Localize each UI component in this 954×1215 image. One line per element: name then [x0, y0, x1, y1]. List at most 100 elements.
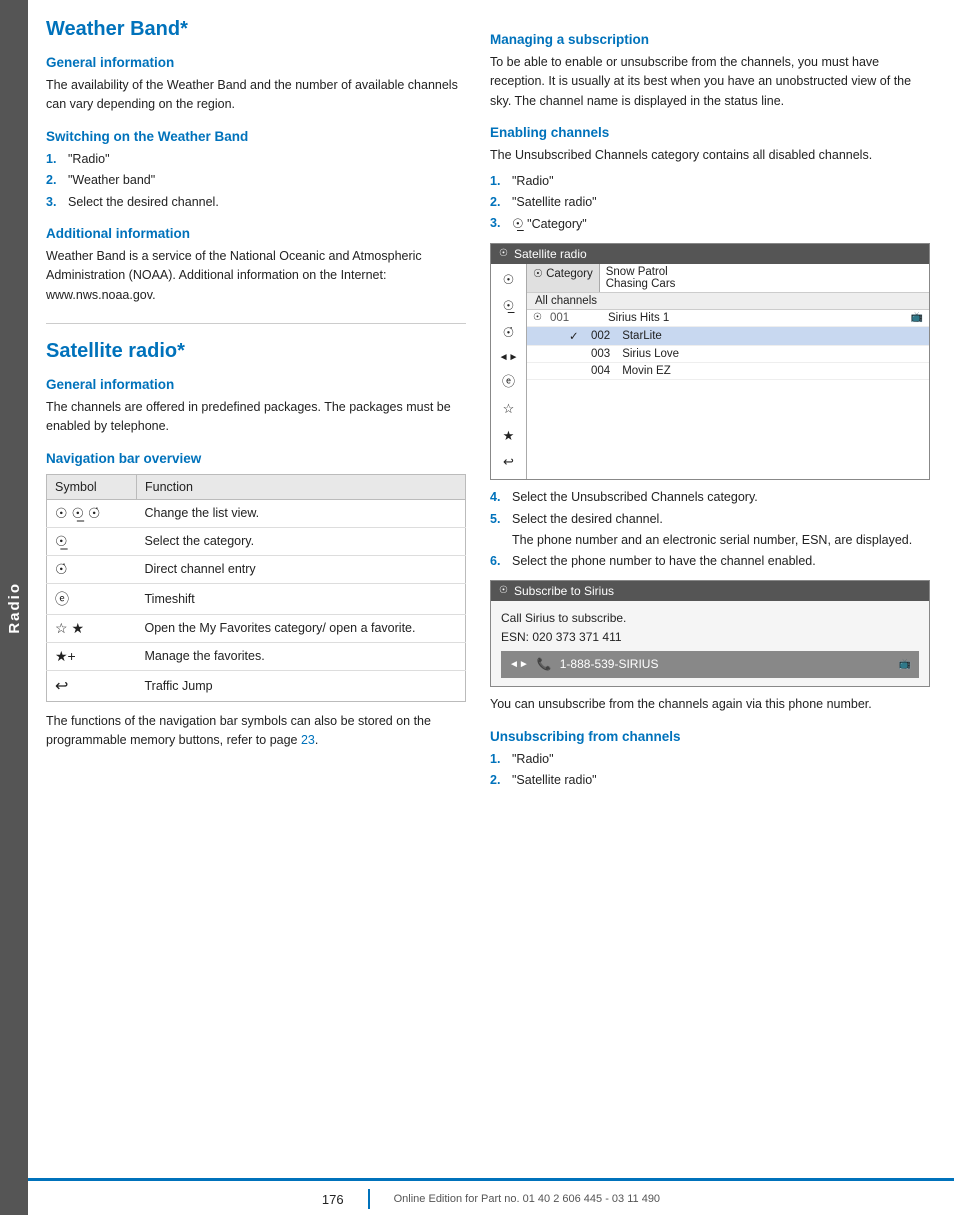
function-cell: Open the My Favorites category/ open a f…	[137, 614, 466, 642]
sidebar-icon-arrows: ◄►	[491, 347, 526, 369]
sidebar-icon-2: ☉̲	[491, 293, 526, 320]
channel-num-4: 004	[591, 365, 610, 377]
category-row: ☉ Category Snow PatrolChasing Cars	[527, 264, 929, 293]
footer-text: Online Edition for Part no. 01 40 2 606 …	[394, 1193, 660, 1205]
enabling-list: 1."Radio" 2."Satellite radio" 3.☉̲ "Cate…	[490, 172, 930, 235]
additional-text: Weather Band is a service of the Nationa…	[46, 247, 466, 305]
unsubscribing-heading: Unsubscribing from channels	[490, 729, 930, 744]
left-column: Weather Band* General information The av…	[46, 18, 466, 1158]
channel-row: ✓ 002 StarLite	[527, 327, 929, 346]
symbol-cell: ☆ ★	[47, 614, 137, 642]
nav-footnote: The functions of the navigation bar symb…	[46, 712, 466, 751]
nav-bar-heading: Navigation bar overview	[46, 451, 466, 466]
function-cell: Timeshift	[137, 583, 466, 614]
table-row: ↩ Traffic Jump	[47, 670, 466, 701]
tv-icon: 📺	[899, 657, 911, 673]
nav-table-col1: Symbol	[47, 474, 137, 499]
function-cell: Traffic Jump	[137, 670, 466, 701]
phone-icon: 📞	[537, 655, 552, 674]
enabling-heading: Enabling channels	[490, 125, 930, 140]
subscribe-line1: Call Sirius to subscribe.	[501, 609, 919, 628]
weather-general-text: The availability of the Weather Band and…	[46, 76, 466, 115]
hd-icon: 📺	[911, 312, 923, 323]
channel-num-3: 003	[591, 348, 610, 360]
managing-heading: Managing a subscription	[490, 32, 930, 47]
list-item: 1."Radio"	[490, 172, 930, 191]
mockup-body: ☉ ☉̲ ☉̇ ◄► ⓔ ☆ ★ ↩	[491, 264, 929, 480]
function-cell: Select the category.	[137, 527, 466, 555]
sidebar-icon-3: ☉̇	[491, 320, 526, 347]
list-item: 1."Radio"	[46, 150, 466, 169]
function-cell: Manage the favorites.	[137, 642, 466, 670]
channel-row: ☉ 001 Sirius Hits 1 📺	[527, 310, 929, 327]
sat-general-heading: General information	[46, 377, 466, 392]
subscribe-header: ☉ Subscribe to Sirius	[491, 581, 929, 601]
list-item: 3.Select the desired channel.	[46, 193, 466, 212]
mockup-main: ☉ Category Snow PatrolChasing Cars All c…	[527, 264, 929, 480]
category-label: ☉ Category	[527, 264, 600, 292]
sidebar-icon-star1: ☆	[491, 396, 526, 423]
subscribe-mockup: ☉ Subscribe to Sirius Call Sirius to sub…	[490, 580, 930, 688]
all-channels-row: All channels	[527, 293, 929, 310]
table-row: ☉̇ Direct channel entry	[47, 555, 466, 583]
symbol-cell: ☉̲	[47, 527, 137, 555]
table-row: ☉̲ Select the category.	[47, 527, 466, 555]
nav-table-col2: Function	[137, 474, 466, 499]
channel-num-2: 002	[591, 330, 610, 342]
satellite-radio-title: Satellite radio*	[46, 340, 466, 363]
header-icon: ☉	[499, 585, 508, 596]
table-row: ⓔ Timeshift	[47, 583, 466, 614]
page-link[interactable]: 23	[301, 733, 315, 747]
right-column: Managing a subscription To be able to en…	[490, 18, 930, 1158]
sat-general-text: The channels are offered in predefined p…	[46, 398, 466, 437]
channel-row: 003 Sirius Love	[527, 346, 929, 363]
channel-name: Sirius Love	[622, 348, 679, 360]
page-wrapper: Radio Weather Band* General information …	[0, 0, 954, 1215]
subscribe-body: Call Sirius to subscribe. ESN: 020 373 3…	[491, 601, 929, 687]
enabling-intro: The Unsubscribed Channels category conta…	[490, 146, 930, 165]
nav-bar-table: Symbol Function ☉ ☉̲ ☉̇ Change the list …	[46, 474, 466, 702]
side-tab-label: Radio	[6, 582, 23, 634]
mockup-header: ☉ Satellite radio	[491, 244, 929, 264]
channel-name: Sirius Hits 1	[608, 312, 669, 324]
list-item: 5. Select the desired channel. The phone…	[490, 510, 930, 551]
table-row: ★+ Manage the favorites.	[47, 642, 466, 670]
channel-name: Movin EZ	[622, 365, 671, 377]
page-number: 176	[322, 1192, 344, 1207]
sidebar-icon-star2: ★	[491, 423, 526, 450]
weather-general-heading: General information	[46, 55, 466, 70]
mockup-header-title: Satellite radio	[514, 247, 587, 261]
list-item: 2."Weather band"	[46, 171, 466, 190]
subscribe-title: Subscribe to Sirius	[514, 584, 614, 598]
managing-text: To be able to enable or unsubscribe from…	[490, 53, 930, 111]
switching-list: 1."Radio" 2."Weather band" 3.Select the …	[46, 150, 466, 212]
status-icon: ☉	[533, 312, 542, 323]
after-subscribe-text: You can unsubscribe from the channels ag…	[490, 695, 930, 714]
additional-heading: Additional information	[46, 226, 466, 241]
weather-band-title: Weather Band*	[46, 18, 466, 41]
page-footer: 176 Online Edition for Part no. 01 40 2 …	[28, 1178, 954, 1215]
category-options: Snow PatrolChasing Cars	[600, 264, 682, 292]
side-tab: Radio	[0, 0, 28, 1215]
symbol-cell: ↩	[47, 670, 137, 701]
list-item: 2."Satellite radio"	[490, 193, 930, 212]
symbol-cell: ☉̇	[47, 555, 137, 583]
list-item: 4. Select the Unsubscribed Channels cate…	[490, 488, 930, 507]
satellite-ui-mockup: ☉ Satellite radio ☉ ☉̲ ☉̇ ◄► ⓔ ☆ ★	[490, 243, 930, 481]
symbol-cell: ☉ ☉̲ ☉̇	[47, 499, 137, 527]
list-item: 6. Select the phone number to have the c…	[490, 552, 930, 571]
function-cell: Direct channel entry	[137, 555, 466, 583]
header-icon: ☉	[499, 248, 508, 259]
list-item: 2."Satellite radio"	[490, 771, 930, 790]
nav-arrows: ◄►	[509, 657, 529, 673]
table-row: ☉ ☉̲ ☉̇ Change the list view.	[47, 499, 466, 527]
main-content: Weather Band* General information The av…	[28, 0, 954, 1178]
channel-name: StarLite	[622, 330, 662, 342]
section-divider	[46, 323, 466, 324]
unsubscribing-list: 1."Radio" 2."Satellite radio"	[490, 750, 930, 791]
footer-divider	[368, 1189, 370, 1209]
switching-heading: Switching on the Weather Band	[46, 129, 466, 144]
sidebar-icon-clock: ⓔ	[491, 369, 526, 396]
channel-num: 001	[550, 312, 578, 324]
channel-row: 004 Movin EZ	[527, 363, 929, 380]
